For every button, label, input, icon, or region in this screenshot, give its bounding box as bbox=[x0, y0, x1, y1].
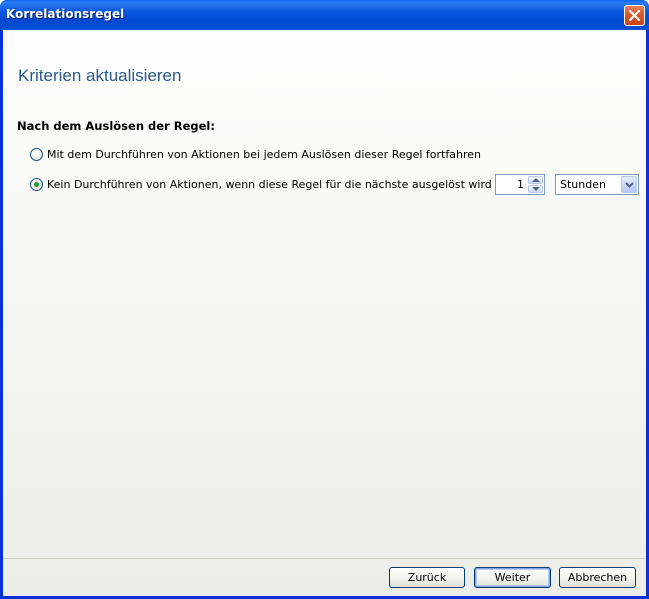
dialog-window: Korrelationsregel Kriterien aktualisiere… bbox=[0, 0, 649, 599]
close-button[interactable] bbox=[624, 5, 645, 26]
duration-value[interactable]: 1 bbox=[517, 178, 524, 191]
spinner-up-icon[interactable] bbox=[528, 176, 543, 184]
footer-divider bbox=[3, 558, 646, 559]
spinner-down-icon[interactable] bbox=[528, 185, 543, 193]
spinner-buttons bbox=[528, 176, 543, 193]
section-heading: Nach dem Auslösen der Regel: bbox=[17, 119, 215, 133]
radio-continue-actions[interactable] bbox=[30, 148, 43, 161]
back-button[interactable]: Zurück bbox=[389, 567, 465, 588]
unit-select[interactable]: Stunden bbox=[555, 174, 639, 195]
option-continue-actions[interactable]: Mit dem Durchführen von Aktionen bei jed… bbox=[30, 148, 481, 161]
unit-select-value: Stunden bbox=[560, 178, 606, 191]
option-suppress-actions-label: Kein Durchführen von Aktionen, wenn dies… bbox=[47, 178, 492, 191]
window-title: Korrelationsregel bbox=[6, 7, 125, 21]
next-button[interactable]: Weiter bbox=[474, 567, 551, 588]
dropdown-button[interactable] bbox=[621, 176, 637, 193]
page-title: Kriterien aktualisieren bbox=[18, 66, 182, 85]
duration-spinner[interactable]: 1 bbox=[495, 174, 545, 195]
title-bar[interactable]: Korrelationsregel bbox=[0, 0, 649, 30]
cancel-button[interactable]: Abbrechen bbox=[559, 567, 636, 588]
dialog-client-area: Kriterien aktualisieren Nach dem Auslöse… bbox=[3, 30, 646, 596]
radio-suppress-actions[interactable] bbox=[30, 178, 43, 191]
chevron-down-icon bbox=[625, 182, 634, 188]
option-suppress-actions[interactable]: Kein Durchführen von Aktionen, wenn dies… bbox=[30, 178, 492, 191]
option-continue-actions-label: Mit dem Durchführen von Aktionen bei jed… bbox=[47, 148, 481, 161]
close-x-icon bbox=[629, 10, 640, 21]
